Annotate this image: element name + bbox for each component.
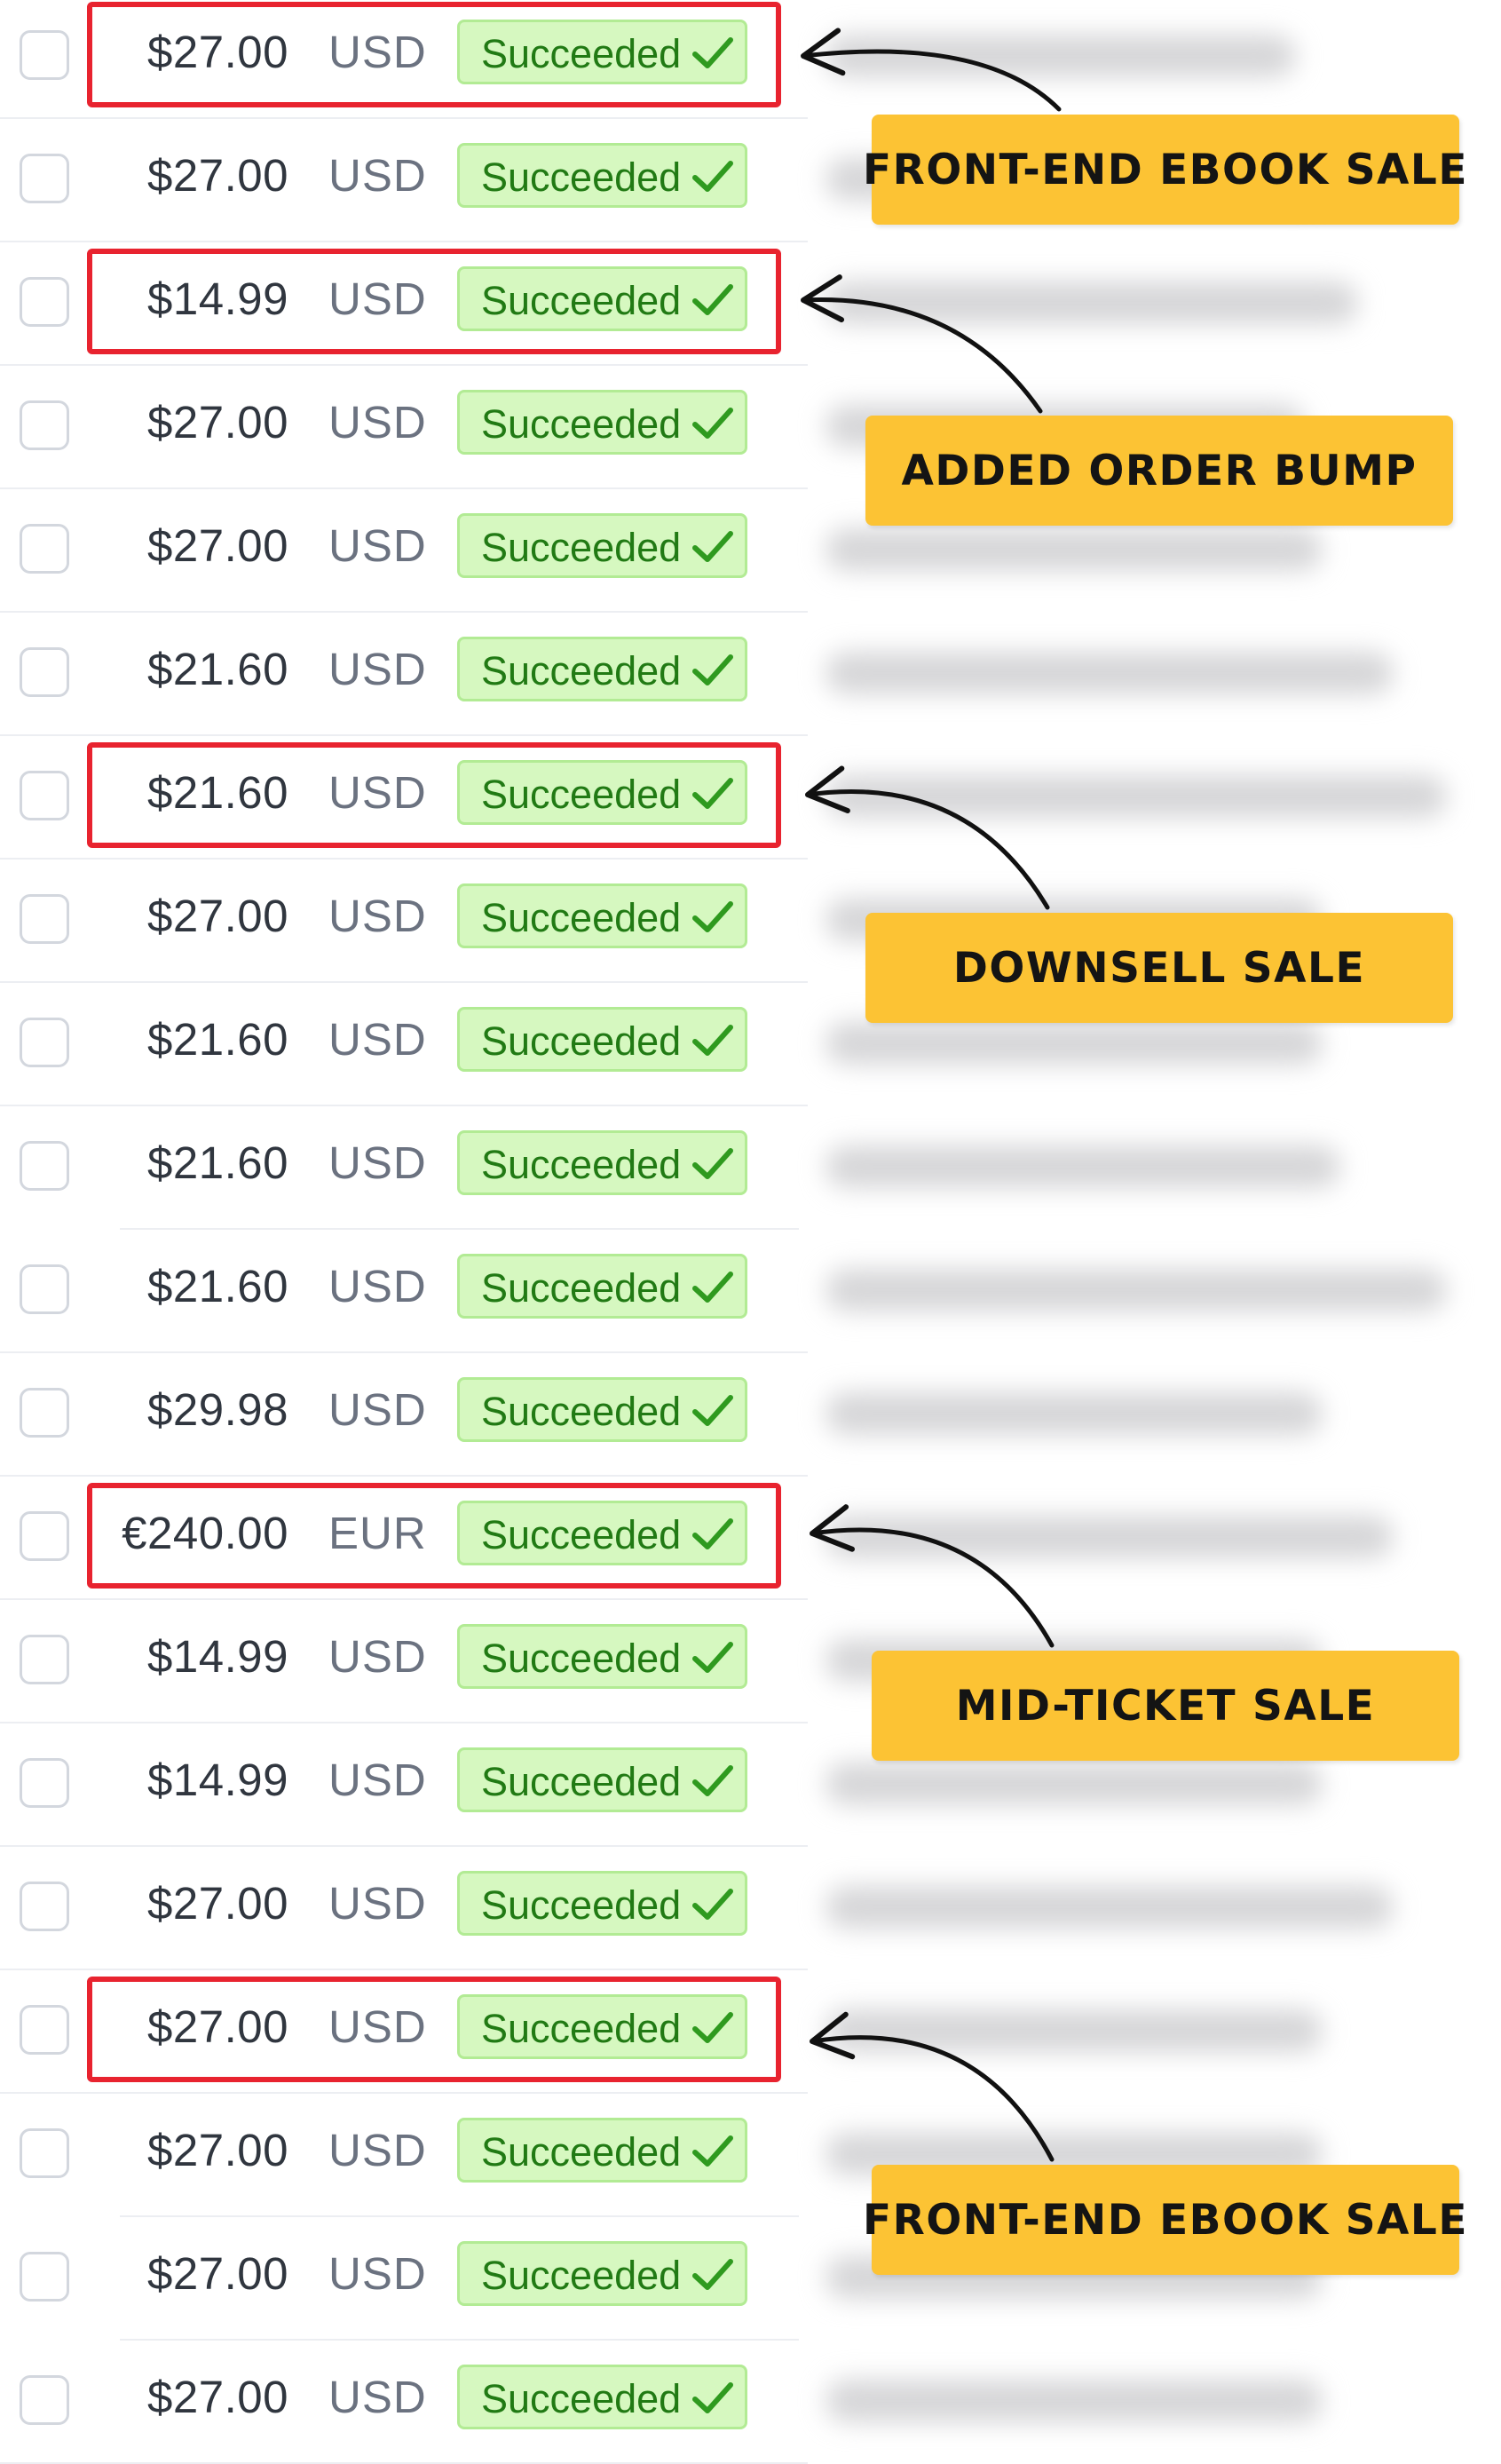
annotation-callout: FRONT-END EBOOK SALE xyxy=(863,115,1466,225)
annotation-callout: FRONT-END EBOOK SALE xyxy=(863,2165,1466,2275)
row-highlight-box xyxy=(87,1977,781,2082)
row-highlight-box xyxy=(87,742,781,848)
annotation-label: FRONT-END EBOOK SALE xyxy=(863,2195,1468,2245)
row-highlight-box xyxy=(87,249,781,354)
row-highlight-box xyxy=(87,2,781,107)
annotation-label: DOWNSELL SALE xyxy=(952,943,1366,993)
annotation-callout: ADDED ORDER BUMP xyxy=(865,416,1453,526)
annotation-callout: MID-TICKET SALE xyxy=(872,1651,1459,1761)
annotation-label: FRONT-END EBOOK SALE xyxy=(863,145,1468,194)
annotation-label: MID-TICKET SALE xyxy=(955,1681,1376,1731)
annotation-label: ADDED ORDER BUMP xyxy=(901,446,1418,495)
curved-arrow-icon xyxy=(801,49,1062,112)
annotation-callout: DOWNSELL SALE xyxy=(865,913,1453,1023)
row-highlight-box xyxy=(87,1483,781,1589)
